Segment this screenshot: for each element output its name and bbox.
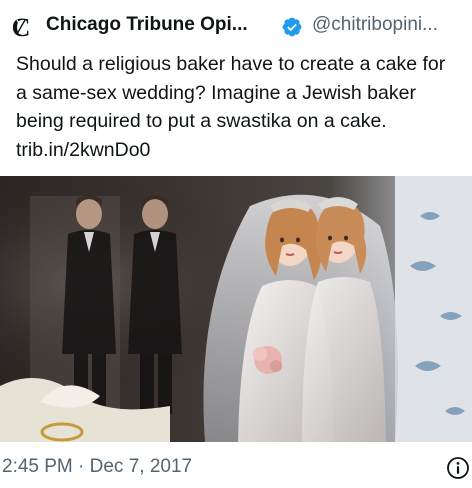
- tweet-link[interactable]: trib.in/2kwnDo0: [16, 139, 150, 161]
- tweet-text: Should a religious baker have to create …: [16, 50, 456, 164]
- tweet-timestamp[interactable]: 2:45 PM · Dec 7, 2017: [2, 456, 192, 478]
- verified-badge-icon: [282, 17, 302, 37]
- tweet-footer: 2:45 PM · Dec 7, 2017: [0, 442, 472, 488]
- tweet-card: C Chicago Tribune Opi... @chitribopini..…: [0, 0, 472, 488]
- author-display-name[interactable]: Chicago Tribune Opi...: [46, 14, 248, 36]
- tweet-photo[interactable]: [0, 176, 472, 442]
- chicago-tribune-logo-icon[interactable]: C: [8, 14, 34, 40]
- tweet-header: C Chicago Tribune Opi... @chitribopini..…: [0, 0, 472, 40]
- tweet-body: Should a religious baker have to create …: [16, 53, 446, 132]
- wedding-cake-toppers-image: [0, 176, 472, 442]
- info-icon[interactable]: [446, 456, 470, 480]
- author-handle[interactable]: @chitribopini...: [312, 14, 438, 36]
